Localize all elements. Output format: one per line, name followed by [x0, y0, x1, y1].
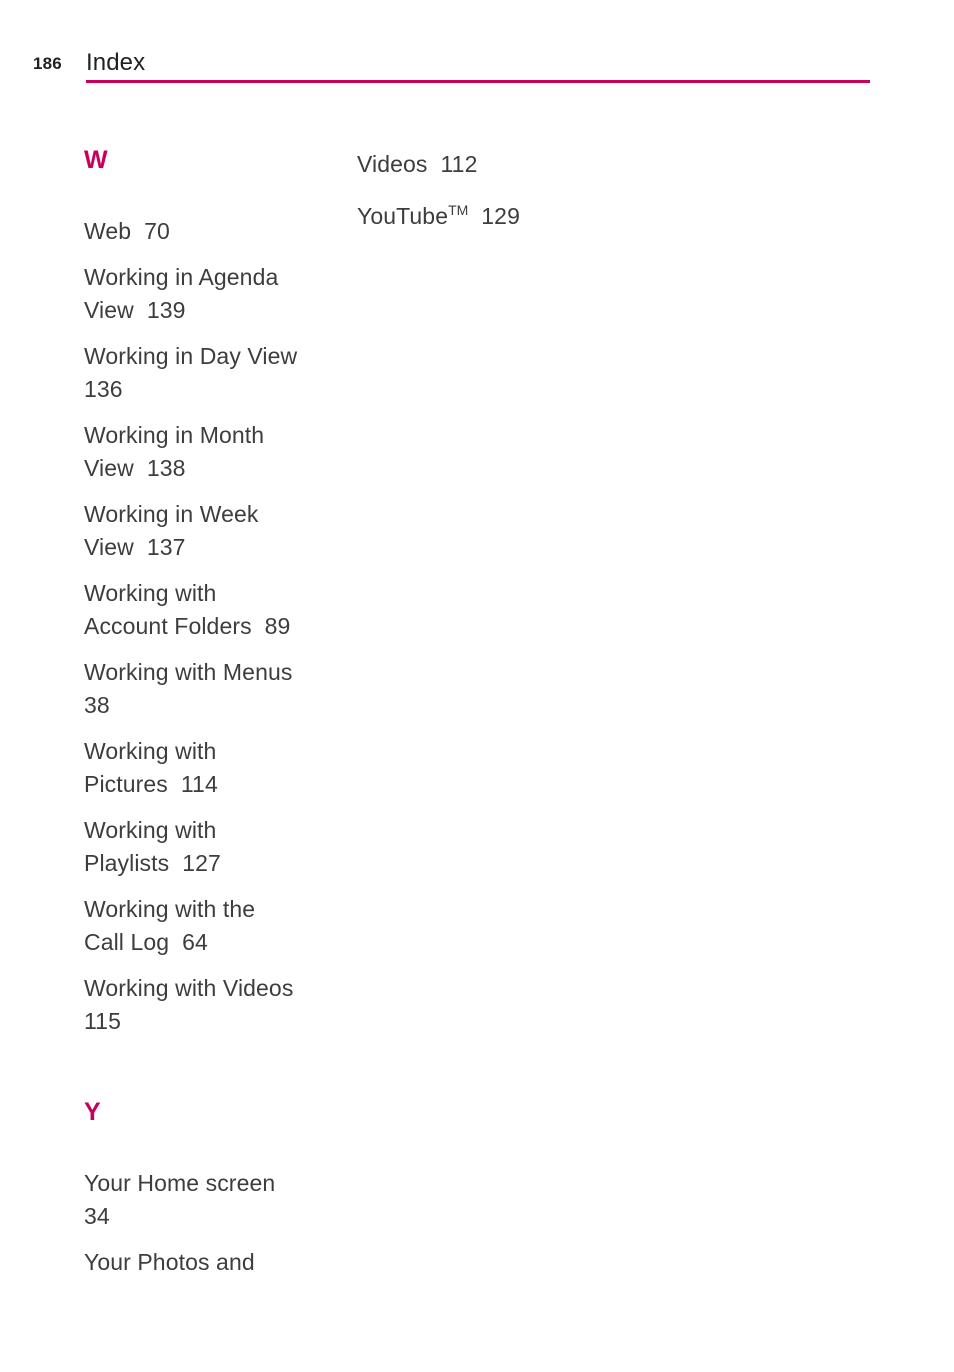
index-entry[interactable]: Working with Menus 38 — [84, 656, 342, 722]
index-entry-list-y: Your Home screen 34 Your Photos and — [84, 1167, 342, 1279]
index-column-right: Videos 112 YouTubeTM 129 — [357, 90, 615, 233]
index-entry-list-continued: Videos 112 YouTubeTM 129 — [357, 148, 615, 233]
index-entry[interactable]: Working in Week View 137 — [84, 498, 342, 564]
index-entry-list-w: Web 70 Working in Agenda View 139 Workin… — [84, 215, 342, 1038]
index-entry[interactable]: Working in Month View 138 — [84, 419, 342, 485]
index-entry[interactable]: Web 70 — [84, 215, 342, 248]
index-entry[interactable]: Working with Playlists 127 — [84, 814, 342, 880]
page-header: 186 Index — [0, 0, 954, 90]
index-letter-heading-w: W — [84, 146, 109, 174]
index-entry[interactable]: Working in Agenda View 139 — [84, 261, 342, 327]
index-entry[interactable]: Working in Day View 136 — [84, 340, 342, 406]
trademark-symbol: TM — [448, 202, 469, 218]
index-entry-label: YouTube — [357, 203, 449, 229]
page-title: Index — [86, 49, 146, 76]
index-entry[interactable]: Your Photos and — [84, 1246, 342, 1279]
index-entry[interactable]: Working with Account Folders 89 — [84, 577, 342, 643]
index-entry-pagenum: 129 — [468, 203, 520, 229]
index-content: W Web 70 Working in Agenda View 139 Work… — [0, 90, 954, 1372]
index-entry-trademark[interactable]: YouTubeTM 129 — [357, 194, 615, 233]
index-entry[interactable]: Working with Pictures 114 — [84, 735, 342, 801]
index-entry[interactable]: Working with the Call Log 64 — [84, 893, 342, 959]
index-entry[interactable]: Videos 112 — [357, 148, 615, 181]
index-column-left: W Web 70 Working in Agenda View 139 Work… — [84, 90, 342, 1279]
index-entry[interactable]: Your Home screen 34 — [84, 1167, 342, 1233]
index-letter-heading-y: Y — [84, 1098, 102, 1126]
index-entry[interactable]: Working with Videos 115 — [84, 972, 342, 1038]
page-number: 186 — [33, 54, 62, 73]
header-divider-rule — [86, 80, 870, 83]
